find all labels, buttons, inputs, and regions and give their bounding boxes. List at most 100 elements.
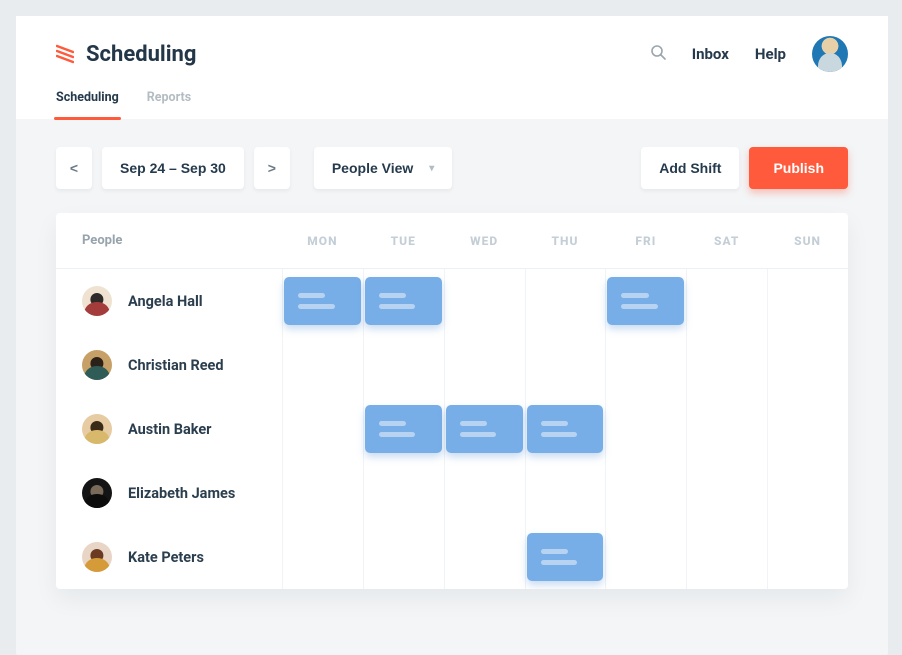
grid-header: People MON TUE WED THU FRI SAT SUN — [56, 213, 848, 269]
day-cell[interactable] — [767, 469, 848, 517]
day-cell[interactable] — [686, 277, 767, 325]
day-cell[interactable] — [605, 405, 686, 453]
shift-line — [379, 293, 406, 298]
day-cell[interactable] — [282, 341, 363, 389]
shift-block[interactable] — [527, 533, 604, 581]
day-cell[interactable] — [605, 533, 686, 581]
day-header-tue: TUE — [363, 234, 444, 248]
tab-reports[interactable]: Reports — [147, 90, 191, 119]
view-select[interactable]: People View ▾ — [314, 147, 452, 189]
shift-block[interactable] — [365, 405, 442, 453]
shift-line — [621, 293, 648, 298]
brand: Scheduling — [56, 42, 196, 67]
shift-block[interactable] — [446, 405, 523, 453]
day-cell[interactable] — [686, 405, 767, 453]
day-cell[interactable] — [525, 469, 606, 517]
day-cell[interactable] — [767, 533, 848, 581]
day-cell[interactable] — [444, 533, 525, 581]
user-avatar[interactable] — [812, 36, 848, 72]
day-cell[interactable] — [363, 469, 444, 517]
app-title: Scheduling — [86, 42, 196, 67]
prev-week-button[interactable]: < — [56, 147, 92, 189]
day-header-fri: FRI — [605, 234, 686, 248]
shift-block[interactable] — [607, 277, 684, 325]
person-name: Angela Hall — [128, 293, 203, 310]
shift-block[interactable] — [284, 277, 361, 325]
day-cell[interactable] — [363, 341, 444, 389]
day-cell[interactable] — [605, 469, 686, 517]
person-avatar — [82, 542, 112, 572]
add-shift-button[interactable]: Add Shift — [641, 147, 739, 189]
person-cell: Christian Reed — [56, 350, 282, 380]
day-header-sat: SAT — [686, 234, 767, 248]
day-cell[interactable] — [444, 277, 525, 325]
schedule-grid: People MON TUE WED THU FRI SAT SUN Angel… — [56, 213, 848, 589]
person-cell: Elizabeth James — [56, 478, 282, 508]
logo-icon — [56, 43, 74, 65]
person-cell: Austin Baker — [56, 414, 282, 444]
day-cell[interactable] — [605, 277, 686, 325]
schedule-row: Austin Baker — [56, 397, 848, 461]
day-cell[interactable] — [525, 277, 606, 325]
day-cell[interactable] — [686, 469, 767, 517]
day-cell[interactable] — [282, 277, 363, 325]
person-name: Christian Reed — [128, 357, 224, 374]
day-cell[interactable] — [686, 341, 767, 389]
day-header-thu: THU — [525, 234, 606, 248]
next-week-button[interactable]: > — [254, 147, 290, 189]
view-select-label: People View — [332, 160, 413, 176]
person-name: Elizabeth James — [128, 485, 235, 502]
day-cell[interactable] — [605, 341, 686, 389]
schedule-row: Kate Peters — [56, 525, 848, 589]
day-cell[interactable] — [444, 405, 525, 453]
header-tabs: Scheduling Reports — [56, 90, 848, 119]
header: Scheduling Inbox Help Scheduling Reports — [16, 16, 888, 119]
day-cell[interactable] — [525, 341, 606, 389]
person-avatar — [82, 286, 112, 316]
shift-line — [379, 304, 416, 309]
shift-line — [298, 293, 325, 298]
search-icon[interactable] — [650, 44, 666, 64]
person-cell: Kate Peters — [56, 542, 282, 572]
app-frame: Scheduling Inbox Help Scheduling Reports… — [16, 16, 888, 655]
day-cell[interactable] — [767, 277, 848, 325]
person-avatar — [82, 414, 112, 444]
day-header-sun: SUN — [767, 234, 848, 248]
day-header-mon: MON — [282, 234, 363, 248]
toolbar: < Sep 24 – Sep 30 > People View ▾ Add Sh… — [16, 119, 888, 213]
day-cell[interactable] — [282, 469, 363, 517]
day-cell[interactable] — [525, 405, 606, 453]
day-cell[interactable] — [282, 533, 363, 581]
chevron-down-icon: ▾ — [429, 163, 434, 174]
shift-line — [298, 304, 335, 309]
people-header: People — [56, 233, 282, 248]
shift-block[interactable] — [527, 405, 604, 453]
day-header-wed: WED — [444, 234, 525, 248]
day-cell[interactable] — [767, 341, 848, 389]
publish-button[interactable]: Publish — [749, 147, 848, 189]
day-cell[interactable] — [282, 405, 363, 453]
person-avatar — [82, 478, 112, 508]
day-cell[interactable] — [767, 405, 848, 453]
nav-help[interactable]: Help — [755, 45, 786, 63]
person-avatar — [82, 350, 112, 380]
day-cell[interactable] — [686, 533, 767, 581]
shift-line — [379, 432, 416, 437]
schedule-row: Angela Hall — [56, 269, 848, 333]
person-name: Kate Peters — [128, 549, 204, 566]
day-cell[interactable] — [444, 469, 525, 517]
shift-block[interactable] — [365, 277, 442, 325]
schedule-row: Elizabeth James — [56, 461, 848, 525]
nav-inbox[interactable]: Inbox — [692, 45, 729, 63]
day-cell[interactable] — [363, 405, 444, 453]
shift-line — [541, 421, 568, 426]
date-range-button[interactable]: Sep 24 – Sep 30 — [102, 147, 244, 189]
grid-body: Angela Hall Christian Reed Austin Baker Eli… — [56, 269, 848, 589]
day-cell[interactable] — [444, 341, 525, 389]
tab-scheduling[interactable]: Scheduling — [56, 90, 119, 119]
person-name: Austin Baker — [128, 421, 211, 438]
day-cell[interactable] — [525, 533, 606, 581]
day-cell[interactable] — [363, 277, 444, 325]
day-cell[interactable] — [363, 533, 444, 581]
shift-line — [379, 421, 406, 426]
